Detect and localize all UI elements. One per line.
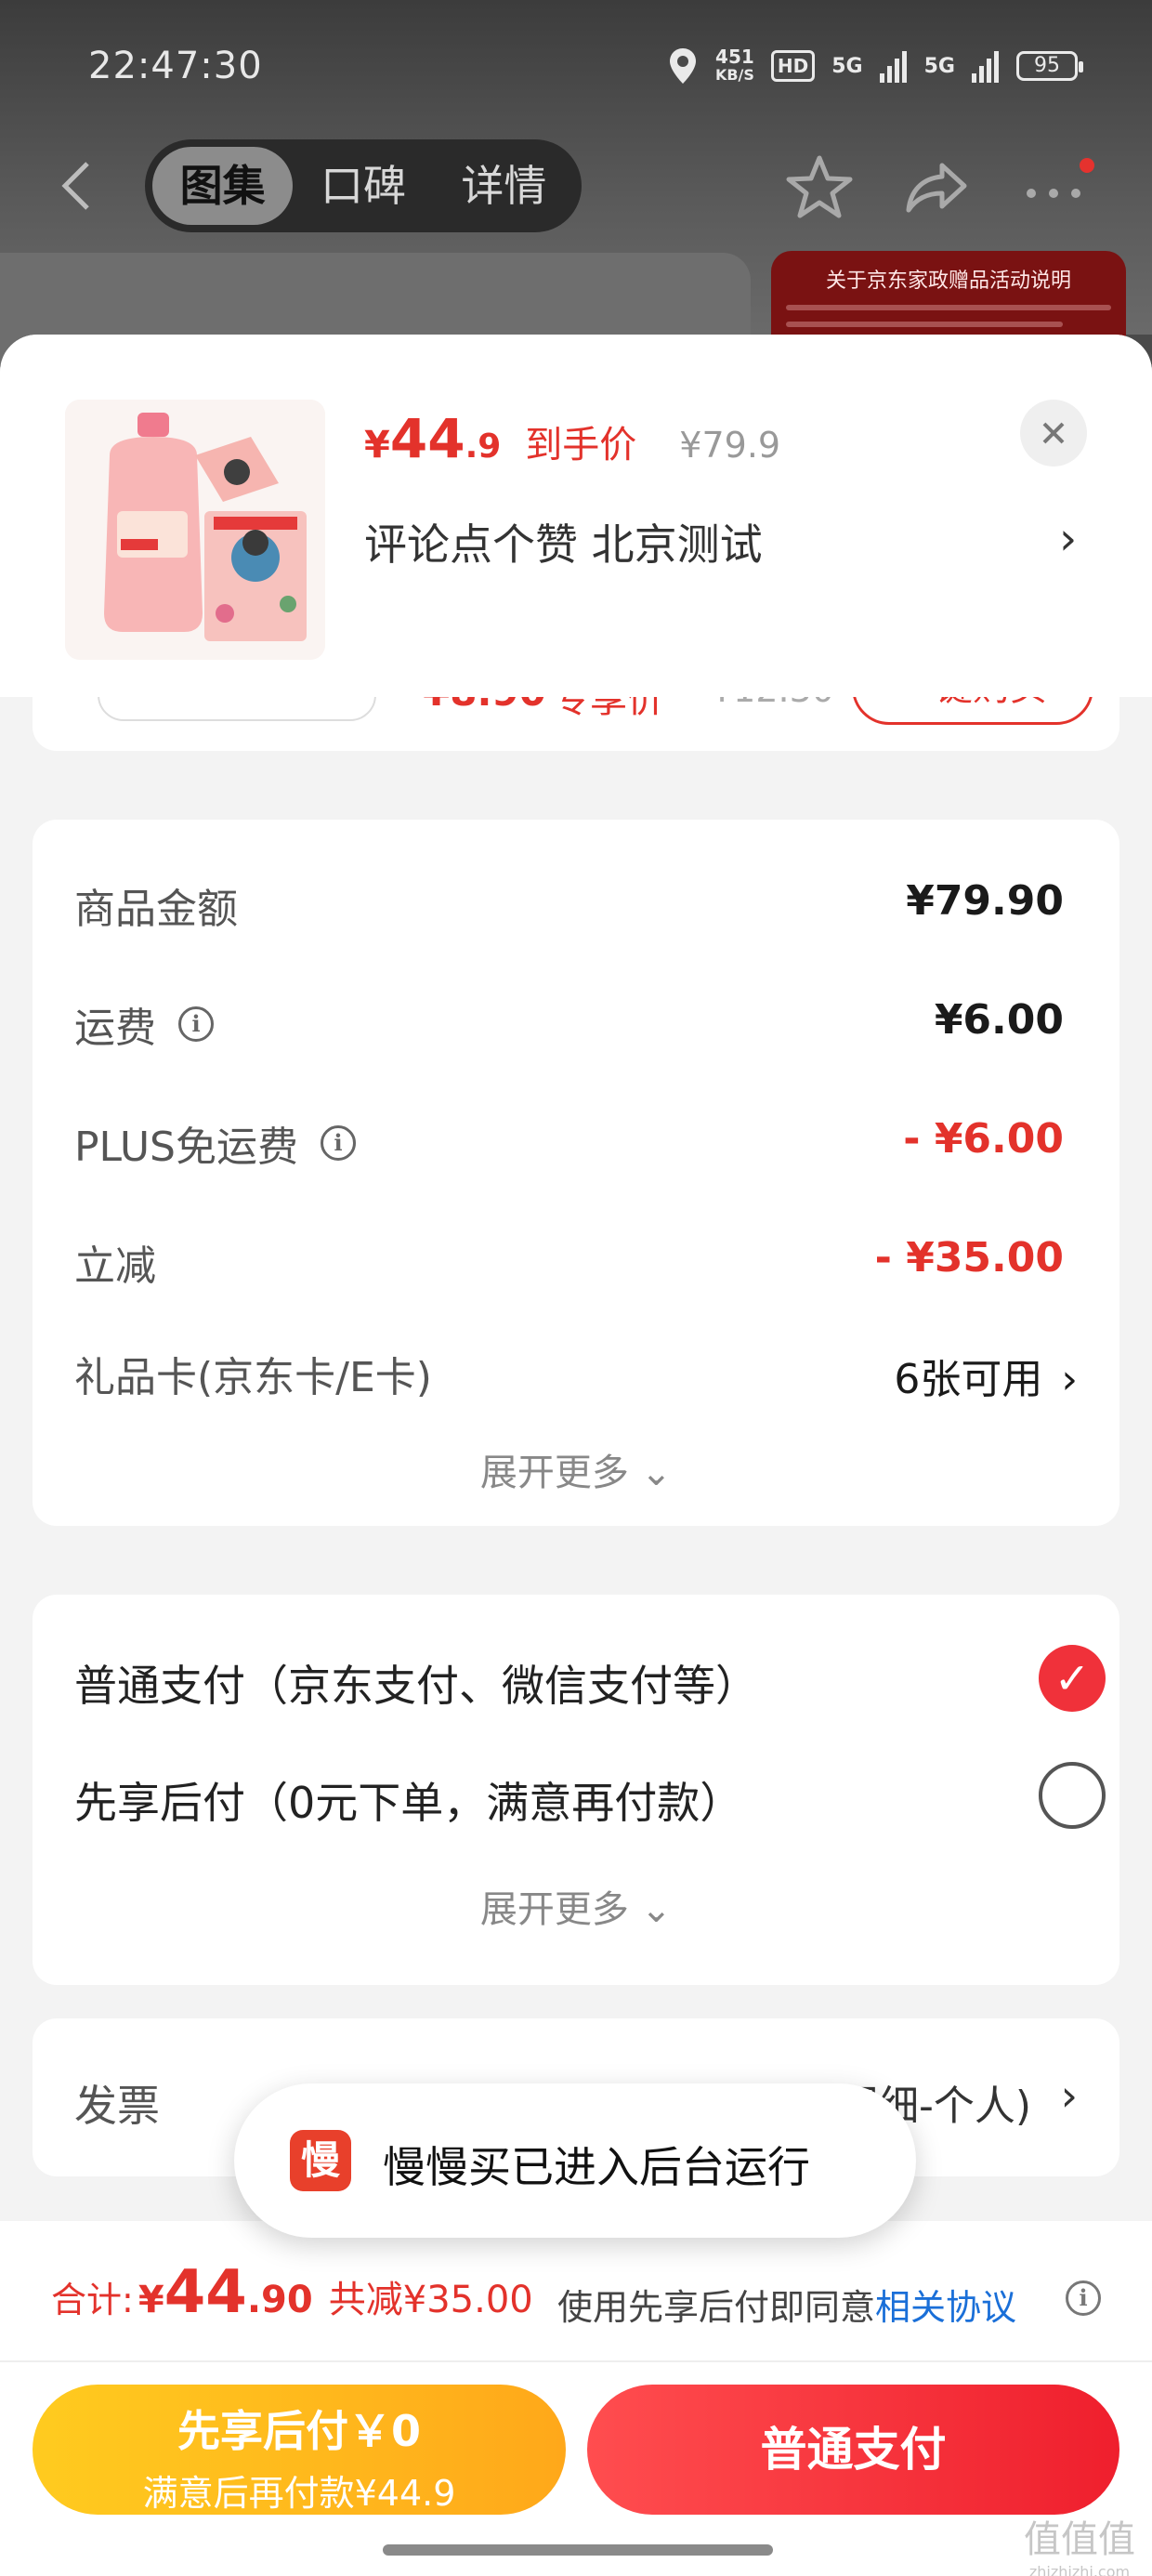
chevron-down-icon: ⌄ (628, 1452, 673, 1494)
summary-value: ¥79.90 (906, 877, 1064, 925)
status-icons: 451 KB/S HD 5G 5G 95 (667, 46, 1083, 85)
agreement-text: 使用先享后付即同意相关协议 (557, 2287, 1017, 2328)
status-bar: 22:47:30 451 KB/S HD 5G 5G 95 (0, 37, 1152, 102)
payment-option-normal[interactable]: 普通支付（京东支付、微信支付等） ✓ (74, 1641, 1106, 1715)
addon-row: ¥8.90 专享价 ¥12.30 一键购买 (33, 651, 1119, 751)
summary-value: - ¥6.00 (903, 1115, 1064, 1163)
summary-row-giftcard[interactable]: 礼品卡(京东卡/E卡) 6张可用 › (74, 1334, 1078, 1403)
promo-banner-title: 关于京东家政赠品活动说明 (825, 269, 1071, 293)
total-saved: 共减¥35.00 (328, 2279, 533, 2321)
notification-dot (1078, 156, 1096, 175)
payment-option-later[interactable]: 先享后付（0元下单，满意再付款） (74, 1758, 1106, 1833)
app-icon: 慢 (290, 2130, 351, 2191)
expand-more-button[interactable]: 展开更多 ⌄ (33, 1879, 1119, 1933)
summary-label: 商品金额 (74, 886, 238, 933)
price-line: ¥44.9 到手价 ¥79.9 (364, 407, 780, 470)
normal-pay-button[interactable]: 普通支付 (587, 2385, 1119, 2515)
agreement-link[interactable]: 相关协议 (875, 2287, 1016, 2328)
tab-group: 图集 口碑 详情 (145, 139, 582, 232)
final-price-label: 到手价 (525, 424, 637, 467)
summary-row-discount: 立减 - ¥35.00 (74, 1223, 1078, 1290)
location-icon (669, 48, 696, 84)
summary-value: - ¥35.00 (874, 1234, 1064, 1281)
chevron-right-icon: › (1060, 2070, 1078, 2121)
back-icon[interactable] (58, 158, 104, 214)
watermark: 值值值 zhizhizhi.com (1024, 2518, 1135, 2576)
chevron-right-icon[interactable]: › (1059, 513, 1077, 565)
nav-bar: 图集 口碑 详情 (0, 139, 1152, 232)
radio-checked-icon[interactable]: ✓ (1039, 1645, 1106, 1712)
total-int: 44 (164, 2258, 247, 2327)
total-line: 合计: ¥44.90 共减¥35.00 使用先享后付即同意相关协议 i (51, 2258, 1101, 2333)
signal-5g-1: 5G (831, 54, 863, 78)
promo-banner-line (786, 305, 1111, 310)
tab-details[interactable]: 详情 (434, 147, 574, 225)
checkout-footer: 合计: ¥44.90 共减¥35.00 使用先享后付即同意相关协议 i 先享后付… (0, 2221, 1152, 2576)
radio-unchecked-icon[interactable] (1039, 1762, 1106, 1829)
chevron-down-icon: ⌄ (628, 1888, 673, 1931)
promo-banner-line (786, 322, 1063, 327)
close-icon (1042, 422, 1065, 444)
summary-label: 礼品卡(京东卡/E卡) (74, 1354, 432, 1401)
summary-row-goods: 商品金额 ¥79.90 (74, 866, 1078, 933)
final-price: ¥44.9 (364, 407, 502, 470)
info-icon[interactable]: i (178, 1006, 214, 1042)
share-icon[interactable] (901, 152, 972, 223)
payment-card: 普通支付（京东支付、微信支付等） ✓ 先享后付（0元下单，满意再付款） 展开更多… (33, 1595, 1119, 1985)
tab-reviews[interactable]: 口碑 (293, 147, 433, 225)
star-icon[interactable] (784, 152, 855, 223)
signal-bars-icon (879, 51, 907, 83)
product-title[interactable]: 评论点个赞 北京测试 (364, 511, 763, 572)
summary-card: 商品金额 ¥79.90 运费 i ¥6.00 PLUS免运费 i - ¥6.00 立… (33, 820, 1119, 1526)
pay-later-button[interactable]: 先享后付￥0 满意后再付款¥44.9 (33, 2385, 566, 2515)
total-dec: .90 (246, 2279, 313, 2321)
hd-badge: HD (770, 50, 816, 82)
summary-value: ¥6.00 (934, 996, 1064, 1044)
tab-gallery[interactable]: 图集 (152, 147, 294, 225)
total-label: 合计: (51, 2280, 134, 2320)
product-image[interactable] (65, 400, 325, 660)
signal-5g-2: 5G (923, 54, 955, 78)
summary-row-plus: PLUS免运费 i - ¥6.00 (74, 1104, 1078, 1171)
home-indicator[interactable] (383, 2544, 773, 2556)
original-price: ¥79.9 (679, 425, 781, 466)
expand-more-button[interactable]: 展开更多 ⌄ (33, 1442, 1119, 1496)
checkout-sheet: ¥44.9 到手价 ¥79.9 评论点个赞 北京测试 › ¥8.90 专享价 ¥… (0, 335, 1152, 2576)
divider (0, 2360, 1152, 2362)
status-time: 22:47:30 (88, 45, 263, 87)
product-header: ¥44.9 到手价 ¥79.9 评论点个赞 北京测试 › (0, 335, 1152, 697)
signal-bars-icon (972, 51, 999, 83)
info-icon[interactable]: i (1066, 2280, 1101, 2316)
summary-label: 运费 i (74, 994, 214, 1054)
summary-value: 6张可用 › (894, 1356, 1078, 1403)
info-icon[interactable]: i (321, 1125, 356, 1161)
chevron-right-icon: › (1061, 1356, 1078, 1403)
net-speed: 451 KB/S (714, 46, 754, 84)
payment-option-label: 先享后付（0元下单，满意再付款） (74, 1778, 743, 1828)
invoice-label: 发票 (74, 2081, 160, 2131)
summary-label: PLUS免运费 i (74, 1113, 356, 1173)
payment-option-label: 普通支付（京东支付、微信支付等） (74, 1661, 758, 1711)
close-button[interactable] (1020, 400, 1087, 467)
toast-text: 慢慢买已进入后台运行 (383, 2142, 810, 2192)
summary-row-shipping: 运费 i ¥6.00 (74, 985, 1078, 1052)
toast: 慢 慢慢买已进入后台运行 (234, 2083, 916, 2238)
battery-icon: 95 (1016, 51, 1083, 81)
summary-label: 立减 (74, 1242, 156, 1290)
total-yen: ¥ (137, 2279, 164, 2321)
